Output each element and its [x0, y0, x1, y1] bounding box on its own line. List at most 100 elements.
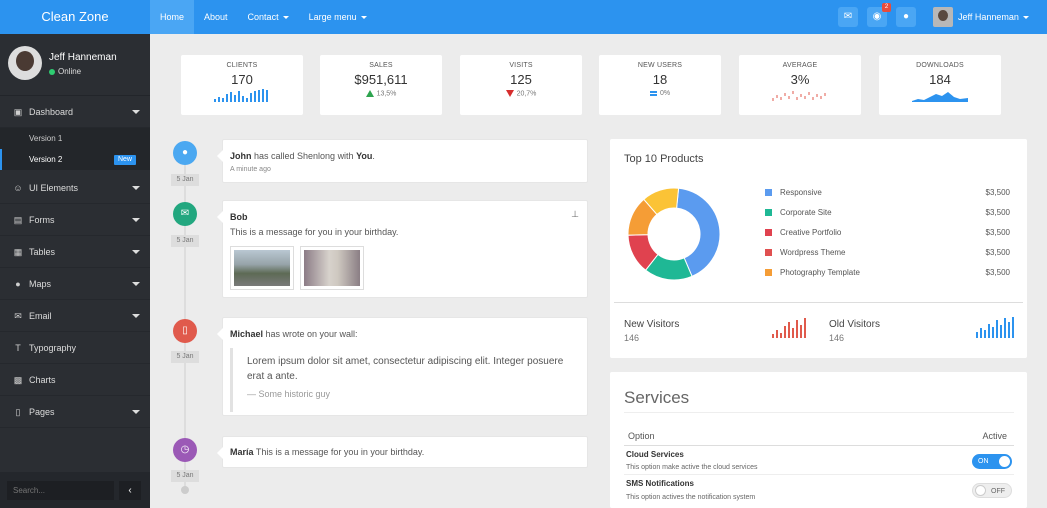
sidebar-search: ‹: [0, 472, 150, 508]
timeline-item-maria: María This is a message for you in your …: [217, 436, 588, 468]
sidebar-item-forms[interactable]: ▤ Forms: [0, 204, 150, 236]
chevron-down-icon: [1022, 15, 1029, 19]
legend-swatch: [765, 209, 772, 216]
nav-contact[interactable]: Contact: [238, 0, 299, 34]
user-menu[interactable]: Jeff Hanneman: [933, 6, 1029, 28]
avatar: [933, 7, 953, 27]
column-header-active: Active: [982, 431, 1007, 441]
microphone-button[interactable]: ●: [896, 7, 916, 27]
sidebar-item-typography[interactable]: T Typography: [0, 332, 150, 364]
envelope-icon: ✉: [14, 311, 22, 321]
stat-label: VISITS: [509, 62, 533, 69]
timeline-message: This is a message for you in your birthd…: [230, 227, 399, 237]
legend-label: Creative Portfolio: [780, 228, 842, 237]
text-height-icon: T: [15, 343, 21, 353]
timeline-text: John has called Shenlong with You.: [230, 151, 375, 161]
stat-card-visits: VISITS 125 20,7%: [460, 55, 582, 115]
service-name: SMS Notifications: [626, 479, 695, 488]
sparkline-bar-icon: [214, 89, 268, 102]
panel-title: Services: [624, 388, 690, 407]
sidebar-item-charts[interactable]: ▩ Charts: [0, 364, 150, 396]
sidebar-item-dashboard[interactable]: ▣ Dashboard: [0, 96, 150, 128]
status-online: Online: [49, 67, 81, 76]
service-desc: This option make active the cloud servic…: [626, 464, 758, 471]
stat-change: 20,7%: [460, 90, 582, 102]
nav-large-menu[interactable]: Large menu: [299, 0, 377, 34]
timeline-message: This is a message for you in your birthd…: [253, 447, 425, 457]
legend-swatch: [765, 229, 772, 236]
sidebar-item-label: Forms: [29, 215, 55, 225]
sidebar-item-email[interactable]: ✉ Email: [0, 300, 150, 332]
sms-notifications-toggle[interactable]: OFF: [972, 483, 1012, 498]
image-thumbnail[interactable]: [300, 246, 364, 290]
legend-value: $3,500: [985, 228, 1010, 237]
timeline-text: María This is a message for you in your …: [230, 447, 424, 457]
legend-value: $3,500: [985, 268, 1010, 277]
legend-label: Photography Template: [780, 268, 860, 277]
legend-item: Wordpress Theme $3,500: [765, 243, 1010, 263]
timeline-item-michael: Michael has wrote on your wall: Lorem ip…: [217, 317, 588, 416]
legend-label: Corporate Site: [780, 208, 832, 217]
stat-card-average: AVERAGE 3%: [739, 55, 861, 115]
search-input[interactable]: [7, 481, 114, 500]
products-legend: Responsive $3,500 Corporate Site $3,500 Cr…: [765, 183, 1010, 283]
avatar: [8, 46, 42, 80]
map-marker-icon: ●: [15, 279, 21, 289]
chevron-down-icon: [282, 16, 289, 20]
file-icon: ▯: [15, 407, 21, 417]
nav-home[interactable]: Home: [150, 0, 195, 34]
panel-title: Top 10 Products: [624, 153, 704, 165]
divider: [624, 412, 1014, 413]
chevron-down-icon: [132, 110, 140, 114]
paperclip-icon[interactable]: ⊥: [571, 209, 579, 220]
sidebar-item-version1[interactable]: Version 1: [0, 128, 150, 149]
sidebar-item-tables[interactable]: ▦ Tables: [0, 236, 150, 268]
timeline-item-bob: Bob This is a message for you in your bi…: [217, 200, 588, 298]
messages-button[interactable]: ✉: [838, 7, 858, 27]
stat-card-sales: SALES $951,611 13,5%: [320, 55, 442, 115]
file-icon: ▯: [173, 319, 197, 343]
timeline-time: A minute ago: [230, 166, 271, 173]
notifications-button[interactable]: ◉ 2: [867, 3, 891, 27]
sidebar-item-label: UI Elements: [29, 183, 79, 193]
chevron-down-icon: [132, 410, 140, 414]
timeline-author-name: Bob: [230, 212, 248, 222]
stat-change-value: 13,5%: [376, 90, 397, 98]
chat-icon: ✉: [843, 11, 853, 22]
legend-item: Creative Portfolio $3,500: [765, 223, 1010, 243]
sidebar-item-pages[interactable]: ▯ Pages: [0, 396, 150, 428]
timeline-author: John: [230, 151, 252, 161]
stat-value: 184: [929, 72, 951, 87]
timeline-message: has called Shenlong with: [251, 151, 357, 161]
stat-change: 0%: [599, 90, 721, 102]
image-thumbnail[interactable]: [230, 246, 294, 290]
legend-swatch: [765, 249, 772, 256]
sidebar-item-version2[interactable]: Version 2 New: [0, 149, 150, 170]
legend-value: $3,500: [985, 188, 1010, 197]
services-panel: Services Option Active Cloud Services Th…: [610, 372, 1027, 508]
dashboard-icon: ▣: [13, 107, 23, 117]
sidebar-profile: Jeff Hanneman Online: [0, 34, 150, 96]
sidebar-item-label: Version 2: [29, 155, 63, 164]
cloud-services-toggle[interactable]: ON: [972, 454, 1012, 469]
chevron-down-icon: [132, 186, 140, 190]
sidebar-item-ui-elements[interactable]: ☺ UI Elements: [0, 172, 150, 204]
quote-source: — Some historic guy: [247, 389, 331, 399]
nav-about[interactable]: About: [194, 0, 238, 34]
collapse-sidebar-button[interactable]: ‹: [119, 481, 141, 500]
stat-label: CLIENTS: [226, 62, 258, 69]
microphone-icon: ●: [902, 11, 910, 22]
envelope-icon: ✉: [173, 202, 197, 226]
divider: [614, 302, 1023, 303]
service-name: Cloud Services: [626, 450, 684, 459]
legend-item: Responsive $3,500: [765, 183, 1010, 203]
sidebar-item-maps[interactable]: ● Maps: [0, 268, 150, 300]
chevron-down-icon: [132, 218, 140, 222]
nav-large-menu-label: Large menu: [308, 12, 357, 22]
stat-value: 18: [652, 72, 668, 87]
service-desc: This option actives the notification sys…: [626, 494, 756, 501]
brand-logo[interactable]: Clean Zone: [0, 0, 150, 34]
user-name: Jeff Hanneman: [958, 12, 1019, 22]
stat-change-value: 0%: [659, 90, 671, 97]
timeline-date: 5 Jan: [171, 351, 199, 363]
